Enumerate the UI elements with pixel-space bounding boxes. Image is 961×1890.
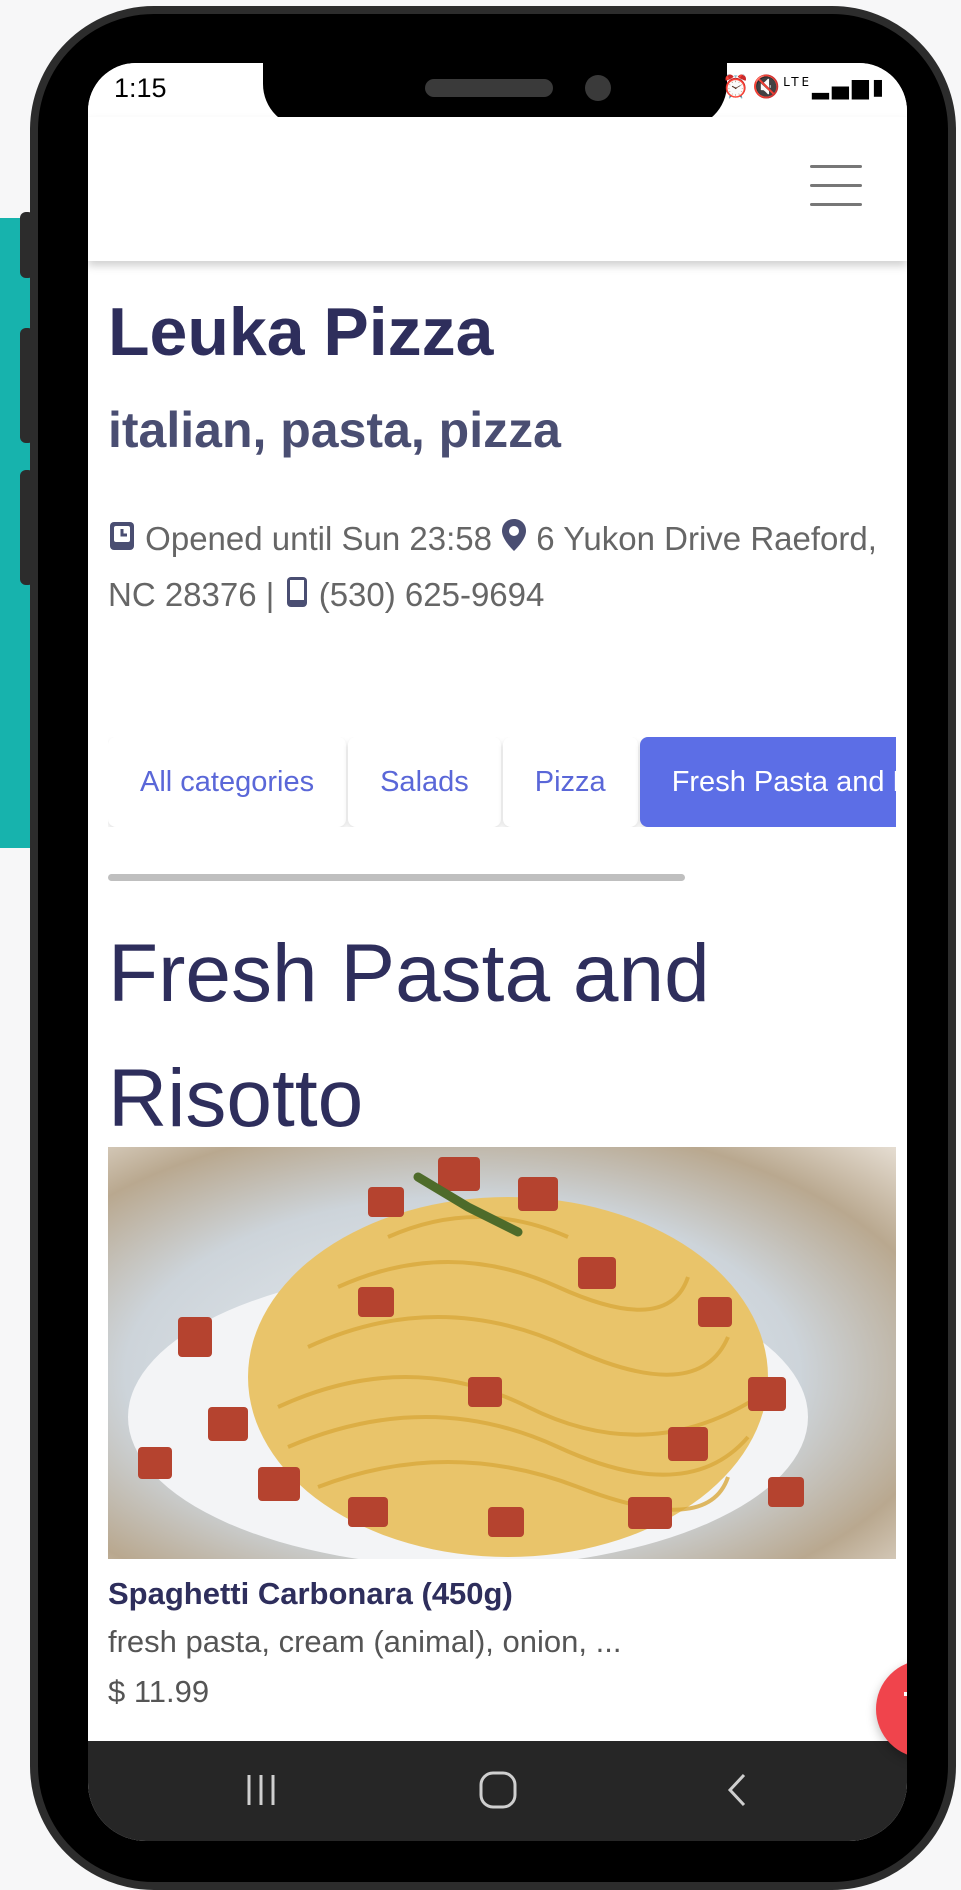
back-button[interactable] (676, 1741, 796, 1841)
category-tabs: All categories Salads Pizza Fresh Pasta and… (108, 737, 896, 827)
lte-icon: LTE (783, 75, 813, 89)
volume-down-button (20, 328, 34, 443)
system-icons: ⏰🔇LTE▂▄▆▮ (722, 75, 887, 100)
status-bar: 1:15 ⏰🔇LTE▂▄▆▮ (88, 63, 907, 128)
status-time: 1:15 (114, 73, 167, 103)
recent-apps-button[interactable] (201, 1741, 321, 1841)
menu-item-image[interactable] (108, 1147, 896, 1559)
recent-apps-icon (247, 1775, 275, 1805)
back-chevron-icon (727, 1773, 746, 1807)
system-navigation-bar (88, 1741, 907, 1841)
info-separator: | (265, 576, 275, 613)
clock-icon (108, 520, 145, 557)
hamburger-menu-icon[interactable] (810, 165, 862, 206)
menu-item-price: $ 11.99 (108, 1674, 210, 1709)
mute-icon: 🔇 (752, 75, 784, 100)
restaurant-info: Opened until Sun 23:58 6 Yukon Drive Rae… (108, 511, 898, 623)
restaurant-phone[interactable]: (530) 625-9694 (319, 576, 545, 613)
home-icon (479, 1771, 517, 1809)
section-title: Fresh Pasta and Risotto (108, 928, 710, 1144)
signal-icon: ▂▄▆ (812, 75, 872, 100)
tab-salads[interactable]: Salads (348, 737, 501, 827)
menu-item-name[interactable]: Spaghetti Carbonara (450g) (108, 1576, 513, 1612)
battery-icon: ▮ (871, 75, 887, 100)
volume-up-button (20, 212, 34, 278)
power-button (20, 470, 34, 585)
tab-pizza[interactable]: Pizza (502, 737, 638, 827)
tabs-scroll-indicator[interactable] (108, 874, 685, 881)
opening-hours: Opened until Sun 23:58 (145, 520, 492, 557)
top-navbar (88, 117, 907, 261)
home-button[interactable] (438, 1741, 558, 1841)
mobile-phone-icon (284, 576, 319, 613)
phone-screen: 1:15 ⏰🔇LTE▂▄▆▮ Leuka Pizza italian, past… (88, 63, 907, 1841)
shopping-cart-button[interactable] (876, 1660, 907, 1758)
location-pin-icon (501, 519, 536, 557)
menu-item-description: fresh pasta, cream (animal), onion, ... (108, 1624, 622, 1659)
alarm-icon: ⏰ (722, 75, 753, 100)
tab-fresh-pasta-and-risotto[interactable]: Fresh Pasta and Risotto (639, 737, 896, 827)
restaurant-name: Leuka Pizza (108, 294, 494, 370)
restaurant-cuisine-tags: italian, pasta, pizza (108, 402, 561, 458)
speaker-grille (425, 79, 553, 97)
front-camera (585, 75, 611, 101)
shopping-cart-icon (904, 1692, 907, 1696)
tab-all-categories[interactable]: All categories (108, 737, 347, 827)
